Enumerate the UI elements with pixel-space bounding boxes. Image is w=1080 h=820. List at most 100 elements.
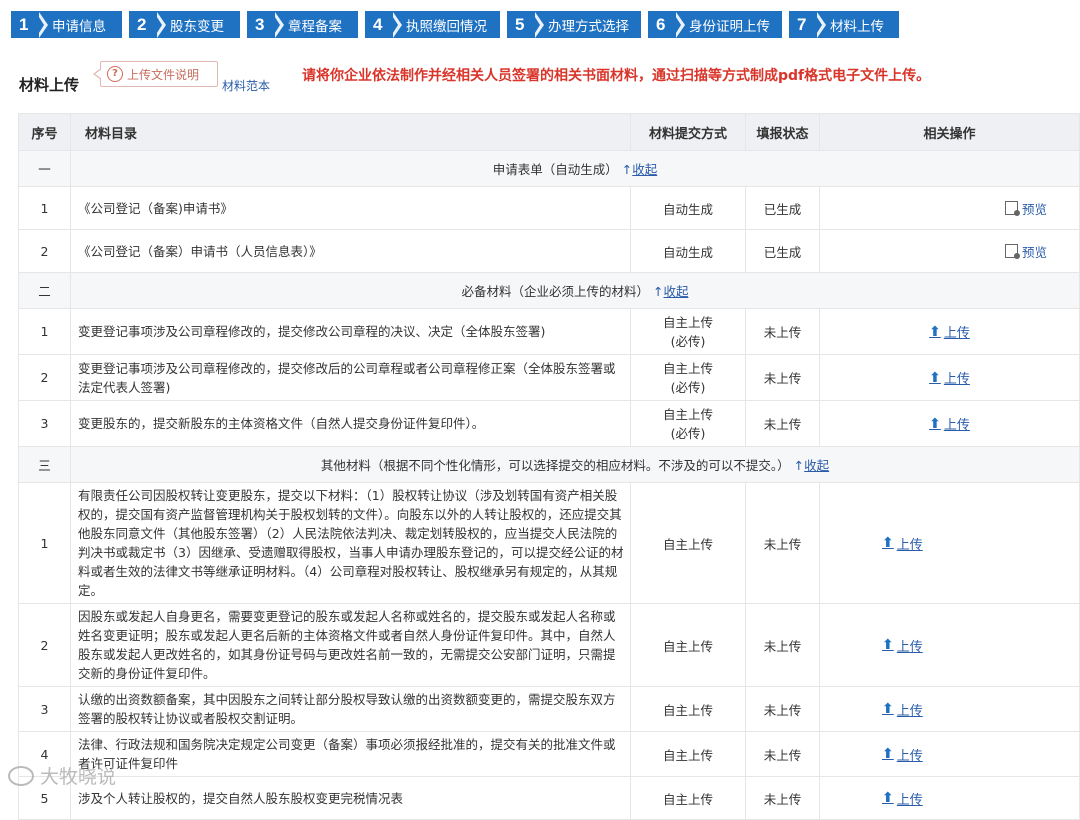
upload-label: 上传 [896,703,923,719]
row-actions: ⬆ 上传 [819,603,1080,687]
row-no: 1 [18,482,71,604]
step-2[interactable]: 2 股东变更 [129,11,240,38]
upload-arrow-icon: ⬆ [929,323,941,340]
step-4[interactable]: 4 执照缴回情况 [365,11,500,38]
question-circle-icon: ? [107,66,123,82]
row-actions: ⬆ 上传 [819,776,1080,820]
method-note: (必传) [670,425,706,441]
upload-arrow-icon: ⬆ [882,701,894,717]
upload-button[interactable]: ⬆ 上传 [882,534,923,553]
chevron-right-icon [674,11,685,38]
table-row: 1 变更登记事项涉及公司章程修改的，提交修改公司章程的决议、决定（全体股东签署)… [18,308,1080,355]
upload-arrow-icon: ⬆ [929,415,941,432]
watermark: 大牧晓说 [8,762,116,789]
row-status: 未上传 [745,354,820,401]
table-row: 2 《公司登记（备案）申请书（人员信息表）》 自动生成 已生成 预览 [18,229,1080,273]
row-method: 自主上传 [630,603,746,687]
upload-arrow-icon: ⬆ [882,746,894,762]
row-method: 自主上传 (必传) [630,354,746,401]
row-name: 认缴的出资数额备案，其中因股东之间转让部分股权导致认缴的出资数额变更的，需提交股… [70,686,631,732]
header-status: 填报状态 [745,113,820,151]
step-3[interactable]: 3 章程备案 [247,11,358,38]
upload-button[interactable]: ⬆ 上传 [929,368,970,388]
preview-label: 预览 [1021,244,1047,260]
table-row: 3 变更股东的，提交新股东的主体资格文件（自然人提交身份证件复印件）。 自主上传… [18,400,1080,447]
upload-button[interactable]: ⬆ 上传 [929,322,970,342]
row-status: 已生成 [745,229,820,273]
material-sample-link[interactable]: 材料范本 [222,77,270,94]
upload-arrow-icon: ⬆ [882,637,894,653]
row-status: 未上传 [745,308,820,355]
method-text: 自主上传 [662,360,713,376]
row-status: 未上传 [745,400,820,447]
row-name: 变更登记事项涉及公司章程修改的，提交修改后的公司章程或者公司章程修正案（全体股东… [70,354,631,401]
preview-icon [1004,244,1020,259]
row-no: 3 [18,400,71,447]
row-name: 《公司登记（备案）申请书（人员信息表）》 [70,229,631,273]
upload-arrow-icon: ⬆ [929,369,941,386]
row-actions: ⬆ 上传 [819,731,1080,777]
collapse-link[interactable]: 收起 [663,284,688,299]
upload-instructions-button[interactable]: ? 上传文件说明 [93,61,218,87]
section-title-cell: 申请表单（自动生成） ↑收起 [70,150,1080,187]
section-title: 申请表单（自动生成） [492,162,618,177]
collapse-link[interactable]: 收起 [632,162,657,177]
row-status: 未上传 [745,686,820,732]
row-method: 自主上传 (必传) [630,308,746,355]
materials-table: 序号 材料目录 材料提交方式 填报状态 相关操作 一 申请表单（自动生成） ↑收… [18,113,1080,820]
method-text: 自主上传 [662,314,713,330]
upload-arrow-icon: ⬆ [882,790,894,806]
row-method: 自主上传 [630,731,746,777]
table-header-row: 序号 材料目录 材料提交方式 填报状态 相关操作 [18,113,1080,151]
row-actions: ⬆ 上传 [819,482,1080,604]
preview-button[interactable]: 预览 [1004,199,1047,218]
upload-label: 上传 [896,639,923,655]
section-title: 必备材料（企业必须上传的材料） [461,284,650,299]
table-row: 3 认缴的出资数额备案，其中因股东之间转让部分股权导致认缴的出资数额变更的，需提… [18,686,1080,732]
section-row: 一 申请表单（自动生成） ↑收起 [18,150,1080,187]
row-status: 未上传 [745,731,820,777]
step-7[interactable]: 7 材料上传 [789,11,899,38]
preview-button[interactable]: 预览 [1004,242,1047,261]
row-name: 涉及个人转让股权的，提交自然人股东股权变更完税情况表 [70,776,631,820]
row-method: 自主上传 [630,482,746,604]
upload-button[interactable]: ⬆ 上传 [882,636,923,655]
row-actions: ⬆ 上传 [819,400,1080,447]
upload-arrow-icon: ⬆ [882,535,894,551]
row-method: 自主上传 [630,776,746,820]
header-actions: 相关操作 [819,113,1080,151]
header-no: 序号 [18,113,71,151]
upload-notice: 请将你企业依法制作并经相关人员签署的相关书面材料，通过扫描等方式制成pdf格式电… [302,68,931,84]
step-6[interactable]: 6 身份证明上传 [648,11,782,38]
upload-button[interactable]: ⬆ 上传 [882,700,923,719]
section-no: 二 [18,272,71,309]
row-status: 未上传 [745,603,820,687]
upload-button[interactable]: ⬆ 上传 [882,745,923,764]
row-actions: ⬆ 上传 [819,686,1080,732]
upload-label: 上传 [943,326,970,341]
chevron-right-icon [391,11,402,38]
table-row: 1 有限责任公司因股权转让变更股东，提交以下材料：（1）股权转让协议（涉及划转国… [18,482,1080,604]
row-actions: 预览 [819,186,1080,230]
step-5[interactable]: 5 办理方式选择 [507,11,641,38]
upload-label: 上传 [896,792,923,808]
row-no: 1 [18,186,71,230]
section-no: 一 [18,150,71,187]
arrow-up-icon: ↑ [793,458,805,473]
row-method: 自动生成 [630,229,746,273]
row-actions: 预览 [819,229,1080,273]
chevron-right-icon [273,11,284,38]
step-1[interactable]: 1 申请信息 [11,11,122,38]
row-no: 3 [18,686,71,732]
section-no: 三 [18,446,71,483]
table-row: 4 法律、行政法规和国务院决定规定公司变更（备案）事项必须报经批准的，提交有关的… [18,731,1080,777]
section-title-cell: 必备材料（企业必须上传的材料） ↑收起 [70,272,1080,309]
header-method: 材料提交方式 [630,113,746,151]
upload-button[interactable]: ⬆ 上传 [929,414,970,434]
collapse-link[interactable]: 收起 [804,458,829,473]
table-row: 2 变更登记事项涉及公司章程修改的，提交修改后的公司章程或者公司章程修正案（全体… [18,354,1080,401]
method-note: (必传) [670,379,706,395]
watermark-text: 大牧晓说 [40,766,117,788]
table-row: 2 因股东或发起人自身更名，需要变更登记的股东或发起人名称或姓名的，提交股东或发… [18,603,1080,687]
upload-button[interactable]: ⬆ 上传 [882,789,923,808]
